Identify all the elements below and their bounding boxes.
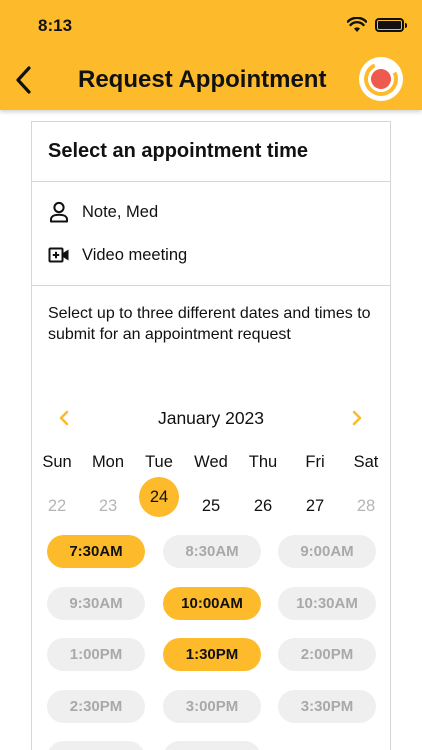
time-slot[interactable]: 2:00PM [278,638,376,671]
divider [32,285,390,286]
header-bar: 8:13 Request Appointment [0,0,422,110]
time-slot[interactable]: 3:30PM [278,690,376,723]
time-slot[interactable]: 1:00PM [47,638,145,671]
time-slot[interactable]: 8:30AM [163,535,261,568]
battery-icon [375,18,407,32]
calendar-day[interactable]: 27 [293,487,337,525]
weekday-label: Wed [194,453,228,471]
weekday-label: Fri [305,453,325,471]
time-slot[interactable]: 3:00PM [163,690,261,723]
weekday-label: Sun [42,453,72,471]
weekday-label: Sat [353,453,379,471]
month-label: January 2023 [157,408,265,428]
page-title: Request Appointment [78,66,327,93]
appointment-card: Select an appointment time Note, Med Vid… [31,121,391,750]
weekday-label: Tue [145,453,173,471]
calendar-day-selected[interactable]: 24 [139,477,179,517]
back-button[interactable] [8,62,38,98]
wifi-icon [347,17,367,32]
provider-row: Note, Med [48,201,158,223]
time-slot-partial[interactable] [47,741,145,750]
card-title: Select an appointment time [48,140,309,162]
time-slot-selected[interactable]: 10:00AM [163,587,261,620]
meeting-type-row: Video meeting [48,244,187,266]
time-slot-selected[interactable]: 7:30AM [47,535,145,568]
divider [32,181,390,182]
provider-name: Note, Med [82,202,159,221]
calendar-day[interactable]: 22 [35,487,79,525]
person-icon [48,201,70,223]
month-navigator: January 2023 [32,406,390,430]
time-slot-partial[interactable] [163,741,261,750]
instructions-text: Select up to three different dates and t… [48,305,371,343]
time-slot[interactable]: 10:30AM [278,587,376,620]
time-slot[interactable]: 9:00AM [278,535,376,568]
status-time: 8:13 [38,16,73,35]
next-month-button[interactable] [345,406,369,430]
time-slot-selected[interactable]: 1:30PM [163,638,261,671]
app-logo [359,57,403,101]
status-icons [347,17,407,33]
chevron-left-icon [16,66,31,94]
video-camera-icon [48,244,70,266]
time-slot[interactable]: 2:30PM [47,690,145,723]
time-slot[interactable]: 9:30AM [47,587,145,620]
calendar-day[interactable]: 26 [241,487,285,525]
calendar-day[interactable]: 28 [344,487,388,525]
calendar-day[interactable]: 25 [189,487,233,525]
chevron-right-icon [352,410,362,426]
weekday-label: Mon [91,453,125,471]
meeting-type-label: Video meeting [82,245,188,264]
weekday-label: Thu [248,453,278,471]
calendar-day[interactable]: 23 [86,487,130,525]
